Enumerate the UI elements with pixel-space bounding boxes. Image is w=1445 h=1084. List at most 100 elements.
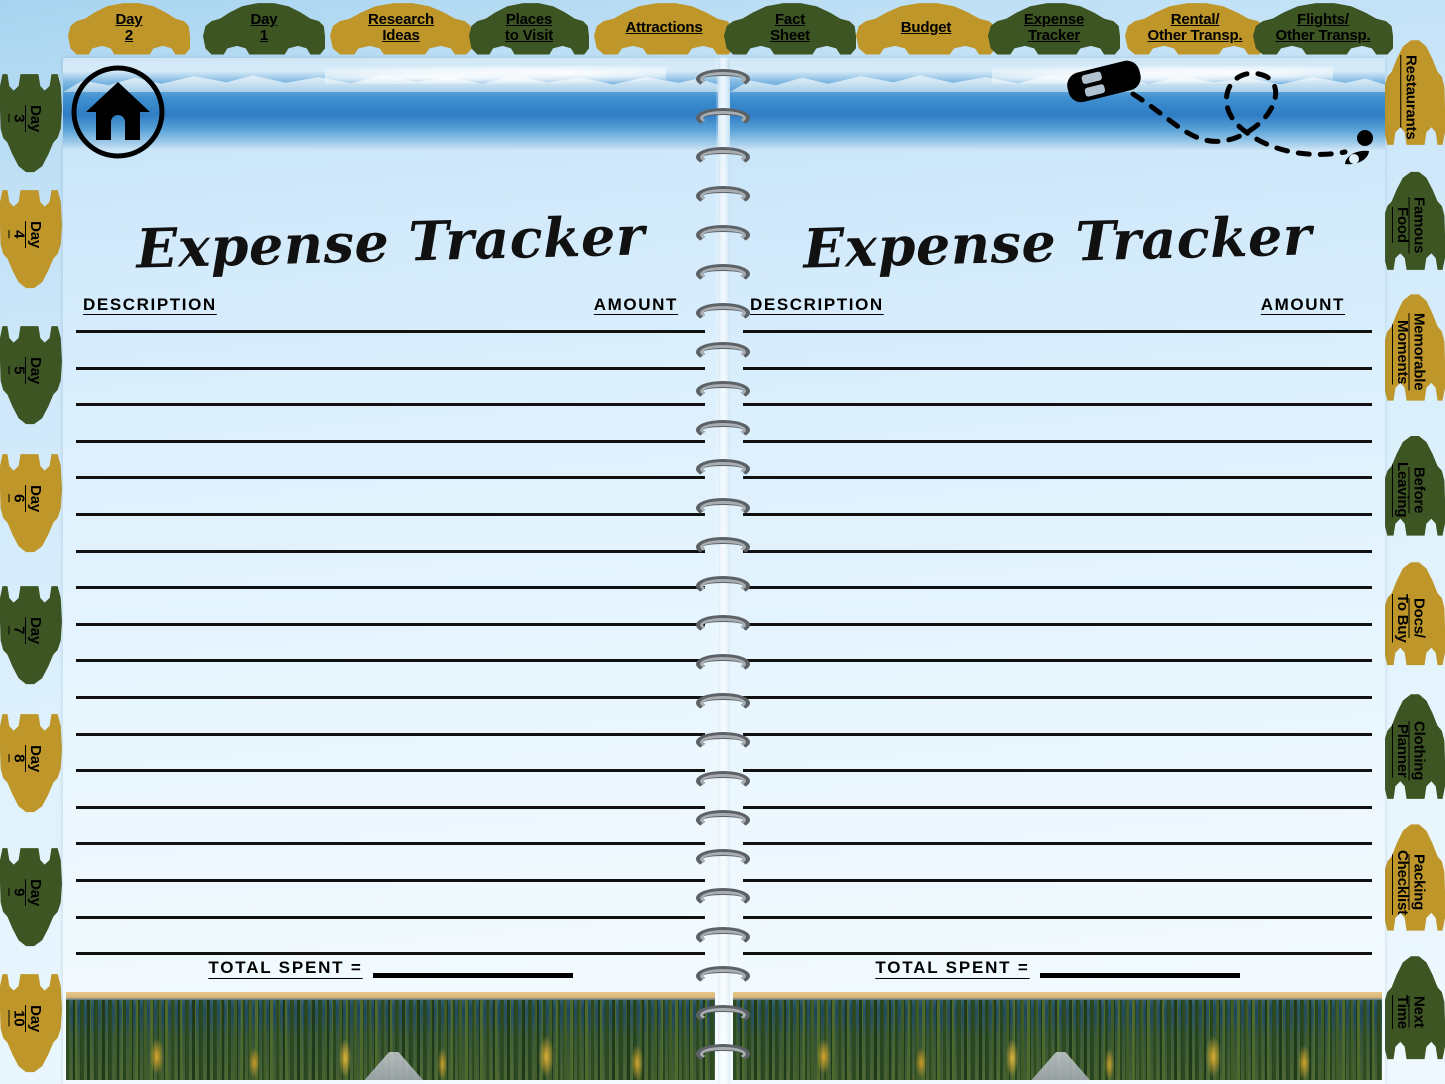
- tab-memorable-moments[interactable]: Memorable Moments: [1383, 294, 1445, 401]
- tab-day-5[interactable]: Day 5: [0, 312, 62, 430]
- expense-row-line[interactable]: [743, 732, 1372, 736]
- tab-day-10-label: Day 10: [11, 1005, 45, 1033]
- tab-day-8[interactable]: Day 8: [0, 700, 62, 818]
- expense-row-line[interactable]: [76, 403, 705, 407]
- tab-day-3[interactable]: Day 3: [0, 60, 62, 178]
- expense-row-line[interactable]: [743, 622, 1372, 626]
- tab-fact-sheet[interactable]: Fact Sheet: [724, 3, 856, 55]
- expense-row-line[interactable]: [743, 915, 1372, 919]
- expense-row-line[interactable]: [76, 915, 705, 919]
- binding-ring: [696, 339, 750, 365]
- tab-clothing-planner-label: Clothing Planner: [1394, 721, 1428, 781]
- expense-row-line[interactable]: [743, 696, 1372, 699]
- expense-row-line[interactable]: [76, 732, 705, 736]
- expense-row-line[interactable]: [743, 439, 1372, 443]
- binding-ring: [696, 261, 750, 287]
- tab-day-3-label: Day 3: [11, 105, 45, 133]
- tab-before-leaving[interactable]: Before Leaving: [1383, 436, 1445, 536]
- binding-ring: [696, 183, 750, 209]
- tab-places-to-visit-label: Places to Visit: [504, 10, 554, 44]
- tab-flights-other-transp[interactable]: Flights/ Other Transp.: [1253, 3, 1393, 55]
- expense-row-line[interactable]: [743, 330, 1372, 333]
- cloud-band: [992, 66, 1333, 84]
- expense-row-line[interactable]: [76, 842, 705, 846]
- tab-restaurants[interactable]: Restaurants: [1383, 40, 1445, 145]
- column-header-description-left: DESCRIPTION: [83, 295, 217, 314]
- tab-day-2[interactable]: Day 2: [68, 3, 190, 55]
- total-spent-row-right: TOTAL SPENT =: [730, 958, 1385, 980]
- expense-row-line[interactable]: [76, 879, 705, 882]
- tab-budget[interactable]: Budget: [856, 3, 996, 55]
- total-spent-label-left: TOTAL SPENT =: [208, 958, 363, 977]
- expense-row-line[interactable]: [76, 805, 705, 809]
- expense-row-line[interactable]: [76, 769, 705, 773]
- spiral-binding: [695, 58, 751, 1084]
- binding-ring: [696, 300, 750, 326]
- tab-packing-checklist[interactable]: Packing Checklist: [1383, 824, 1445, 931]
- expense-row-line[interactable]: [76, 476, 705, 480]
- expense-row-line[interactable]: [76, 586, 705, 590]
- tab-day-9[interactable]: Day 9: [0, 834, 62, 952]
- expense-row-line[interactable]: [743, 549, 1372, 553]
- expense-row-line[interactable]: [743, 879, 1372, 882]
- tab-memorable-moments-label: Memorable Moments: [1394, 313, 1428, 391]
- binding-ring: [696, 495, 750, 521]
- tab-attractions[interactable]: Attractions: [594, 3, 734, 55]
- tab-day-6[interactable]: Day 6: [0, 440, 62, 558]
- tab-fact-sheet-label: Fact Sheet: [770, 10, 810, 44]
- tab-day-7-label: Day 7: [11, 617, 45, 645]
- tab-clothing-planner[interactable]: Clothing Planner: [1383, 694, 1445, 799]
- binding-ring: [696, 1041, 750, 1067]
- tab-docs-to-buy[interactable]: Docs/ To Buy: [1383, 562, 1445, 666]
- expense-row-line[interactable]: [743, 659, 1372, 663]
- expense-row-line[interactable]: [743, 366, 1372, 370]
- expense-row-line[interactable]: [76, 622, 705, 626]
- mountain-header-photo-right: [730, 58, 1385, 150]
- forest-footer-photo-left: [66, 992, 715, 1080]
- total-spent-input-left[interactable]: [372, 973, 573, 978]
- expense-row-line[interactable]: [743, 842, 1372, 846]
- forest-footer-photo-right: [733, 992, 1382, 1080]
- tab-research-ideas[interactable]: Research Ideas: [330, 3, 472, 55]
- tab-day-1[interactable]: Day 1: [203, 3, 325, 55]
- binding-ring: [696, 456, 750, 482]
- binding-ring: [696, 924, 750, 950]
- binding-ring: [696, 222, 750, 248]
- tab-day-5-label: Day 5: [11, 357, 45, 385]
- expense-row-line[interactable]: [743, 805, 1372, 809]
- expense-row-line[interactable]: [76, 330, 705, 333]
- binding-ring: [696, 612, 750, 638]
- expense-row-line[interactable]: [743, 403, 1372, 407]
- tab-famous-food[interactable]: Famous Food: [1383, 171, 1445, 270]
- tab-day-10[interactable]: Day 10: [0, 960, 62, 1078]
- tab-day-4[interactable]: Day 4: [0, 176, 62, 294]
- tab-day-7[interactable]: Day 7: [0, 572, 62, 690]
- tab-next-time[interactable]: Next Time: [1383, 956, 1445, 1060]
- tab-expense-tracker[interactable]: Expense Tracker: [988, 3, 1120, 55]
- tab-budget-label: Budget: [900, 18, 952, 36]
- tab-places-to-visit[interactable]: Places to Visit: [469, 3, 589, 55]
- expense-row-line[interactable]: [76, 366, 705, 370]
- expense-row-line[interactable]: [76, 513, 705, 516]
- column-header-amount-right: AMOUNT: [1260, 295, 1345, 314]
- expense-row-line[interactable]: [743, 586, 1372, 590]
- home-button[interactable]: [70, 64, 166, 160]
- total-spent-label-right: TOTAL SPENT =: [875, 958, 1030, 977]
- tab-day-9-label: Day 9: [11, 879, 45, 907]
- tab-day-8-label: Day 8: [11, 745, 45, 773]
- expense-row-line[interactable]: [743, 513, 1372, 516]
- expense-row-line[interactable]: [76, 659, 705, 663]
- travel-planner-spread: Day 2 Day 1 Research Ideas Places to Visit A…: [0, 0, 1445, 1084]
- expense-row-line[interactable]: [76, 952, 705, 956]
- expense-row-line[interactable]: [76, 696, 705, 699]
- tab-rental-other-transp[interactable]: Rental/ Other Transp.: [1125, 3, 1265, 55]
- expense-row-line[interactable]: [743, 952, 1372, 956]
- expense-row-line[interactable]: [743, 769, 1372, 773]
- binding-ring: [696, 105, 750, 131]
- expense-row-line[interactable]: [76, 549, 705, 553]
- expense-row-line[interactable]: [743, 476, 1372, 480]
- expense-row-line[interactable]: [76, 439, 705, 443]
- tab-restaurants-label: Restaurants: [1402, 54, 1420, 140]
- total-spent-input-right[interactable]: [1039, 973, 1240, 978]
- binding-ring: [696, 846, 750, 872]
